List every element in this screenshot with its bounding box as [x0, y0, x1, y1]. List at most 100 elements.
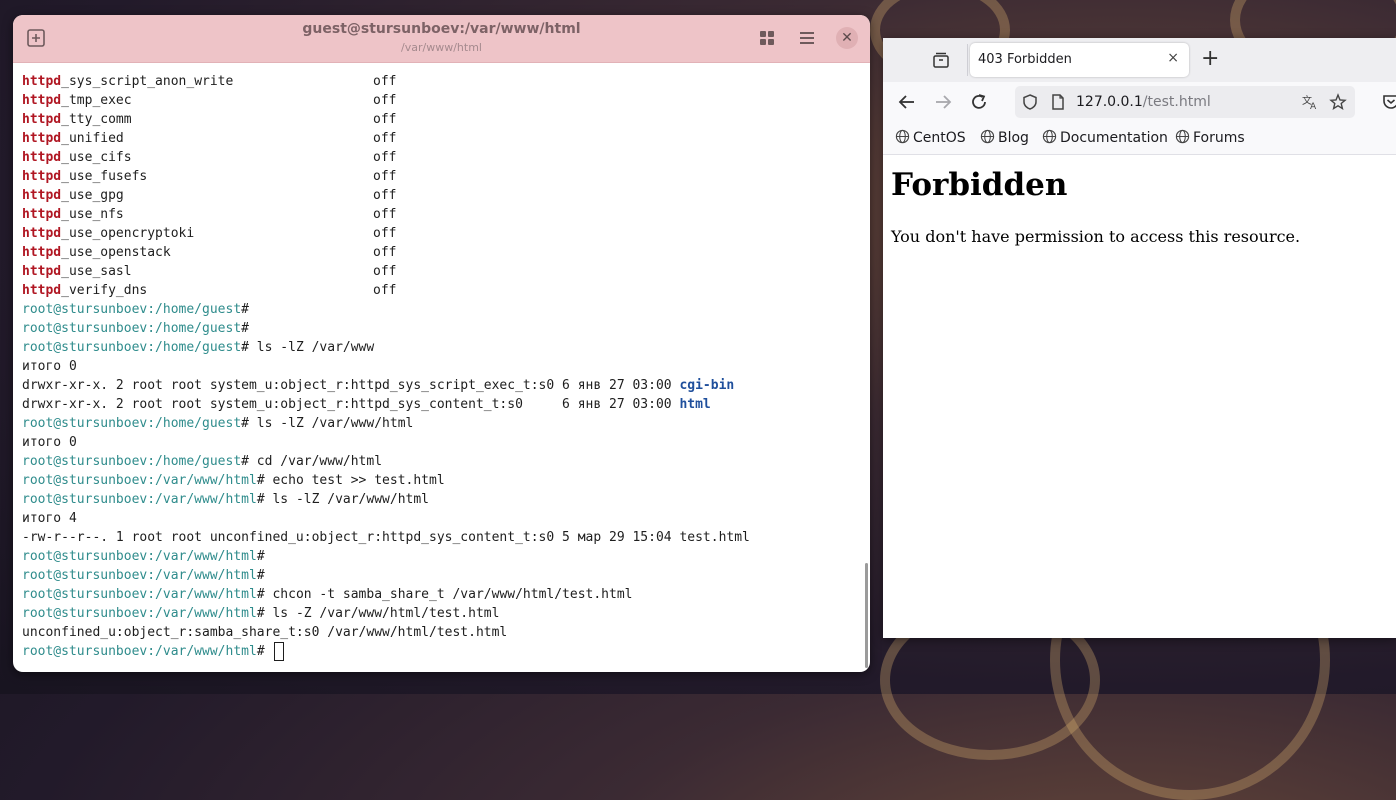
reload-icon[interactable] — [968, 91, 990, 113]
bookmark-centos[interactable]: CentOS — [895, 129, 966, 146]
command-text: # — [241, 302, 249, 317]
svg-text:A: A — [1310, 102, 1317, 111]
globe-icon — [895, 129, 910, 144]
terminal-scrollbar[interactable] — [865, 563, 868, 668]
star-icon[interactable] — [1329, 93, 1347, 111]
browser-window[interactable]: 403 Forbidden × + 127.0.0.1/test.html 文A — [883, 38, 1396, 638]
sebool-row: httpd_tty_comm off — [22, 110, 860, 129]
output-text: unconfined_u:object_r:samba_share_t:s0 /… — [22, 625, 508, 640]
pocket-icon[interactable] — [1380, 91, 1396, 113]
sebool-value: off — [373, 74, 397, 89]
grid-icon[interactable] — [756, 27, 778, 49]
shield-icon[interactable] — [1021, 93, 1039, 111]
sebool-name: _use_nfs — [61, 207, 124, 222]
command-text: # — [241, 321, 249, 336]
output-line: unconfined_u:object_r:samba_share_t:s0 /… — [22, 623, 860, 642]
page-message: You don't have permission to access this… — [891, 227, 1301, 246]
tab-title: 403 Forbidden — [978, 52, 1072, 67]
command-line: root@stursunboev:/var/www/html# ls -lZ /… — [22, 490, 860, 509]
close-icon[interactable]: × — [1167, 50, 1179, 66]
sebool-keyword: httpd — [22, 283, 62, 298]
sebool-name: _use_opencryptoki — [61, 226, 195, 241]
output-line: итого 0 — [22, 357, 860, 376]
tab-tray-icon[interactable] — [931, 50, 953, 70]
bookmark-blog[interactable]: Blog — [980, 129, 1029, 146]
sebool-row: httpd_use_cifs off — [22, 148, 860, 167]
shell-prompt: root@stursunboev:/home/guest — [22, 321, 242, 336]
url-bar[interactable]: 127.0.0.1/test.html 文A — [1015, 86, 1355, 118]
command-line: root@stursunboev:/home/guest# — [22, 300, 860, 319]
tab-active[interactable]: 403 Forbidden × — [970, 43, 1189, 77]
directory-name: html — [679, 397, 711, 412]
sebool-name: _verify_dns — [61, 283, 148, 298]
sebool-value: off — [373, 169, 397, 184]
command-line: root@stursunboev:/var/www/html# ls -Z /v… — [22, 604, 860, 623]
command-text: # ls -lZ /var/www/html — [256, 492, 429, 507]
sebool-name: _use_openstack — [61, 245, 171, 260]
sebool-row: httpd_use_openstack off — [22, 243, 860, 262]
sebool-keyword: httpd — [22, 226, 62, 241]
sebool-name: _unified — [61, 131, 124, 146]
output-text: итого 0 — [22, 359, 77, 374]
terminal-window[interactable]: guest@stursunboev:/var/www/html /var/www… — [13, 15, 870, 672]
command-text: # ls -lZ /var/www — [241, 340, 375, 355]
directory-name: cgi-bin — [679, 378, 735, 393]
sebool-keyword: httpd — [22, 245, 62, 260]
output-text: итого 4 — [22, 511, 77, 526]
command-line: root@stursunboev:/var/www/html# chcon -t… — [22, 585, 860, 604]
sebool-row: httpd_verify_dns off — [22, 281, 860, 300]
translate-icon[interactable]: 文A — [1301, 93, 1319, 112]
back-arrow-icon[interactable] — [896, 91, 918, 113]
sebool-row: httpd_use_opencryptoki off — [22, 224, 860, 243]
terminal-header[interactable]: guest@stursunboev:/var/www/html /var/www… — [13, 15, 870, 63]
terminal-title: guest@stursunboev:/var/www/html — [302, 21, 581, 37]
command-line: root@stursunboev:/var/www/html# — [22, 566, 860, 585]
sebool-row: httpd_use_nfs off — [22, 205, 860, 224]
command-text: # — [256, 644, 273, 659]
page-icon[interactable] — [1049, 93, 1067, 111]
url-text[interactable]: 127.0.0.1/test.html — [1076, 94, 1211, 110]
shell-prompt: root@stursunboev:/home/guest — [22, 302, 242, 317]
sebool-value: off — [373, 112, 397, 127]
terminal-output[interactable]: httpd_sys_script_anon_write off httpd_tmp_… — [22, 72, 860, 672]
bookmark-label: Documentation — [1060, 130, 1168, 146]
shell-prompt: root@stursunboev:/home/guest — [22, 340, 242, 355]
sebool-keyword: httpd — [22, 150, 62, 165]
command-line: root@stursunboev:/home/guest# cd /var/ww… — [22, 452, 860, 471]
command-line: root@stursunboev:/home/guest# ls -lZ /va… — [22, 414, 860, 433]
close-icon[interactable]: ✕ — [836, 27, 858, 49]
page-heading: Forbidden — [891, 167, 1068, 203]
sebool-name: _use_gpg — [61, 188, 124, 203]
menu-icon[interactable] — [796, 27, 818, 49]
output-line: итого 4 — [22, 509, 860, 528]
shell-prompt: root@stursunboev:/var/www/html — [22, 492, 257, 507]
globe-icon — [1042, 129, 1057, 144]
terminal-subtitle: /var/www/html — [401, 41, 482, 54]
forward-arrow-icon[interactable] — [932, 91, 954, 113]
sebool-name: _tty_comm — [61, 112, 132, 127]
sebool-value: off — [373, 93, 397, 108]
tab-separator — [967, 44, 968, 76]
sebool-value: off — [373, 207, 397, 222]
globe-icon — [980, 129, 995, 144]
sebool-row: httpd_tmp_exec off — [22, 91, 860, 110]
output-line: drwxr-xr-x. 2 root root system_u:object_… — [22, 395, 860, 414]
sebool-keyword: httpd — [22, 264, 62, 279]
sebool-keyword: httpd — [22, 93, 62, 108]
bookmarks-bar: CentOS Blog Documentation Forums — [883, 122, 1396, 155]
command-text: # ls -lZ /var/www/html — [241, 416, 414, 431]
command-line: root@stursunboev:/home/guest# ls -lZ /va… — [22, 338, 860, 357]
sebool-row: httpd_use_sasl off — [22, 262, 860, 281]
bookmark-forums[interactable]: Forums — [1175, 129, 1245, 146]
shell-prompt: root@stursunboev:/home/guest — [22, 454, 242, 469]
sebool-row: httpd_use_fusefs off — [22, 167, 860, 186]
bookmark-documentation[interactable]: Documentation — [1042, 129, 1168, 146]
output-line: итого 0 — [22, 433, 860, 452]
text-cursor[interactable] — [274, 642, 285, 661]
shell-prompt: root@stursunboev:/var/www/html — [22, 644, 257, 659]
new-tab-button[interactable]: + — [1201, 47, 1219, 71]
command-text: # chcon -t samba_share_t /var/www/html/t… — [256, 587, 633, 602]
sebool-keyword: httpd — [22, 74, 62, 89]
sebool-row: httpd_use_gpg off — [22, 186, 860, 205]
output-text: drwxr-xr-x. 2 root root system_u:object_… — [22, 397, 680, 412]
